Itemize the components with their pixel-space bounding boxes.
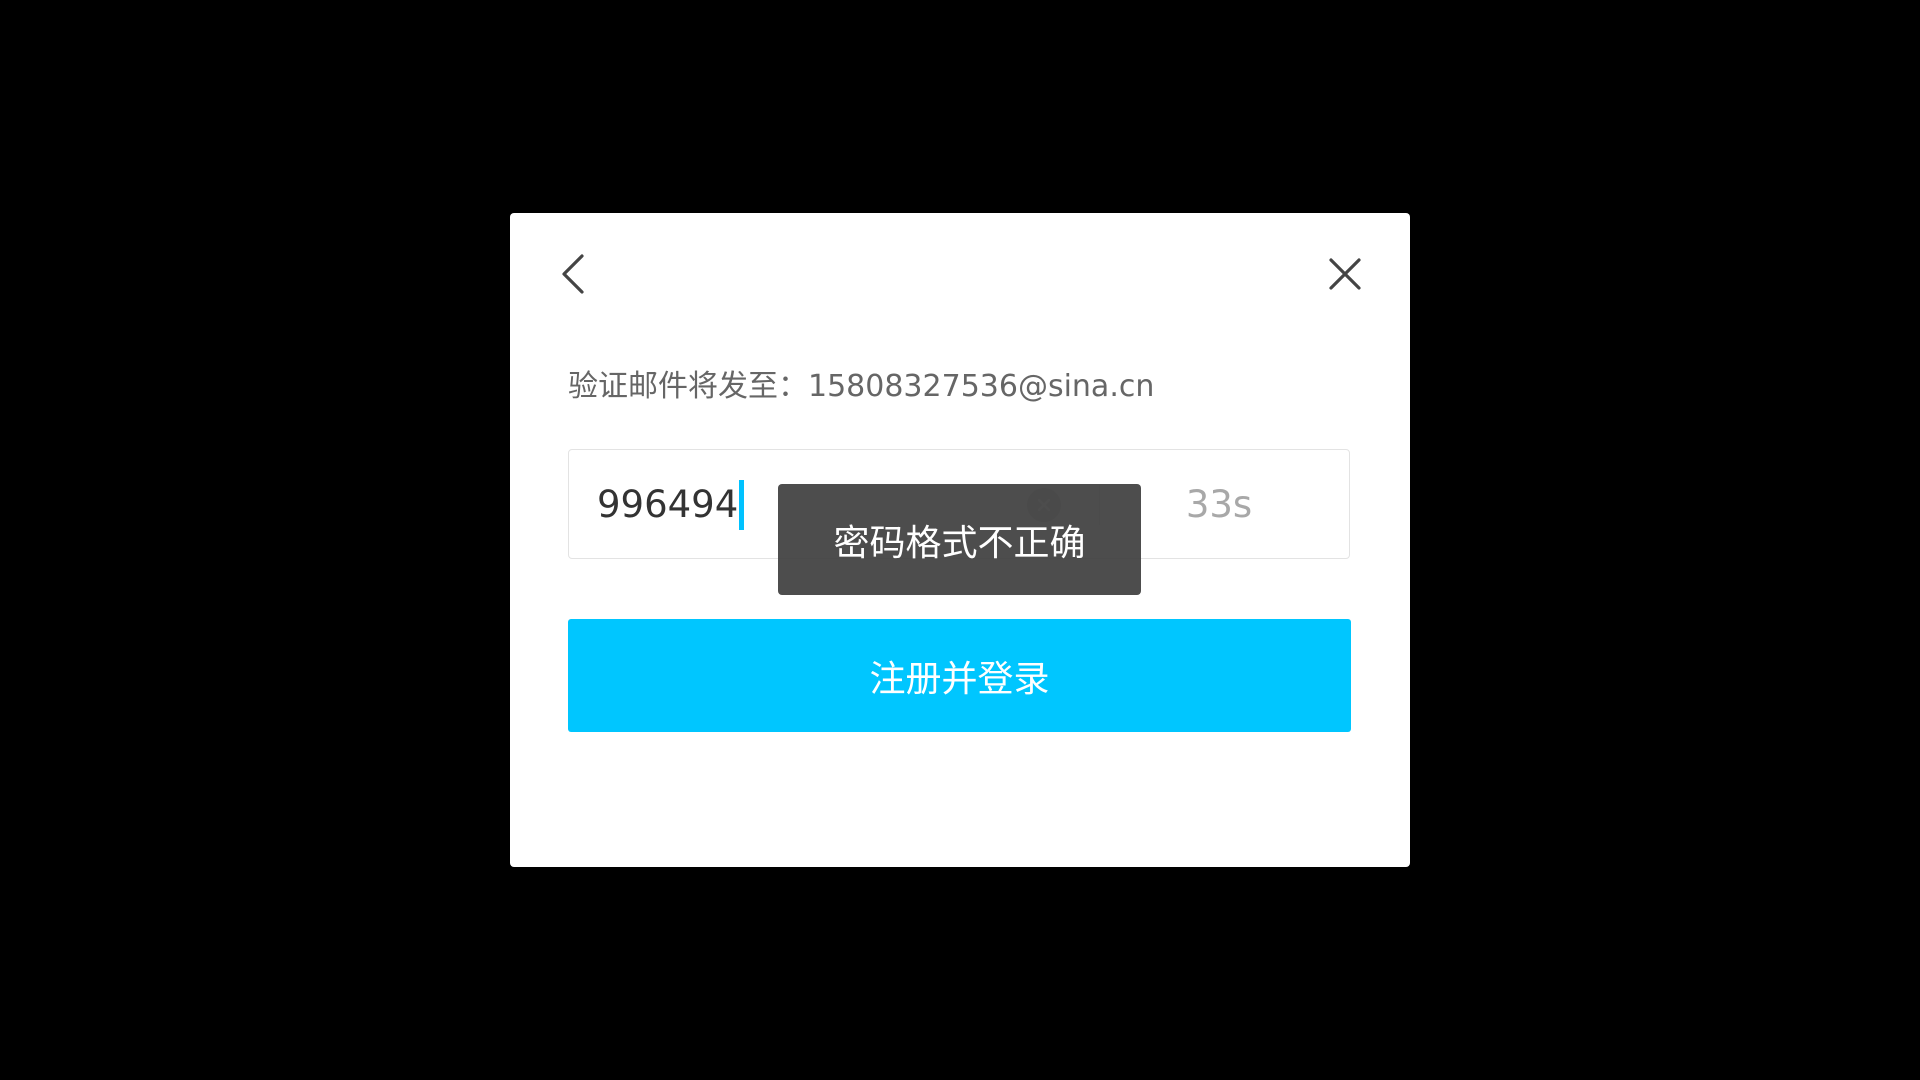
- error-toast: 密码格式不正确: [778, 484, 1141, 595]
- code-input[interactable]: 996494: [597, 480, 745, 530]
- code-value-text: 996494: [597, 483, 739, 526]
- text-caret: [739, 480, 745, 530]
- back-button[interactable]: [550, 249, 600, 299]
- chevron-left-icon: [562, 254, 584, 294]
- close-button[interactable]: [1320, 249, 1370, 299]
- resend-countdown: 33s: [1185, 483, 1253, 526]
- close-icon: [1329, 258, 1361, 290]
- register-login-button[interactable]: 注册并登录: [568, 619, 1351, 732]
- email-hint-text: 验证邮件将发至：15808327536@sina.cn: [568, 369, 1155, 404]
